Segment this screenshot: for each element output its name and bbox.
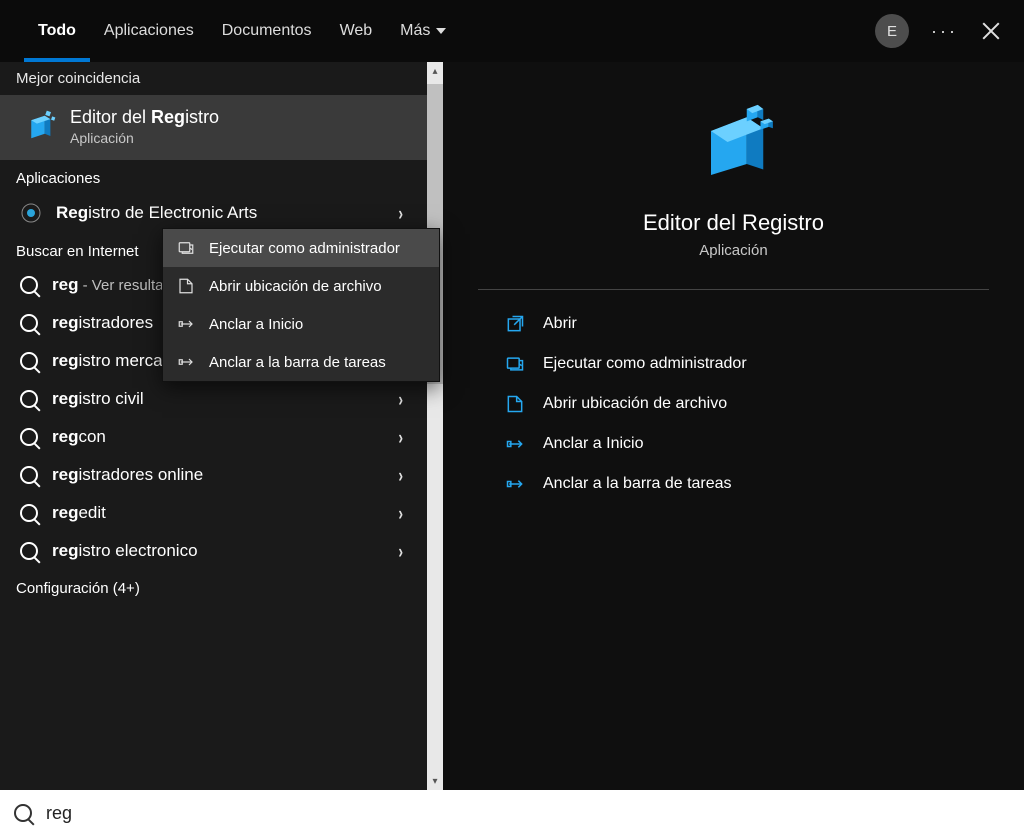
apps-header: Aplicaciones xyxy=(0,160,443,193)
search-icon xyxy=(20,352,38,370)
tab-label: Web xyxy=(340,22,373,40)
folder-icon xyxy=(505,394,525,414)
web-result[interactable]: registro electronico › xyxy=(0,532,427,570)
search-icon xyxy=(14,804,32,822)
action-label: Anclar a Inicio xyxy=(543,435,644,453)
ctx-open-location[interactable]: Abrir ubicación de archivo xyxy=(163,267,439,305)
search-icon xyxy=(20,390,38,408)
ctx-pin-start[interactable]: Anclar a Inicio xyxy=(163,305,439,343)
more-options-button[interactable]: ··· xyxy=(931,21,958,42)
main-area: Mejor coincidencia Editor del Re xyxy=(0,62,1024,790)
scroll-down-arrow[interactable]: ▾ xyxy=(427,772,443,790)
web-result-label: regcon xyxy=(52,427,106,447)
detail-title: Editor del Registro xyxy=(643,210,824,236)
ctx-item-label: Abrir ubicación de archivo xyxy=(209,278,382,295)
action-run-admin[interactable]: Ejecutar como administrador xyxy=(505,354,747,374)
search-icon xyxy=(20,504,38,522)
folder-icon xyxy=(177,277,195,295)
tab-bar: Todo Aplicaciones Documentos Web Más E ·… xyxy=(0,0,1024,62)
best-match-title: Editor del Registro xyxy=(70,107,219,128)
search-icon xyxy=(20,466,38,484)
action-open-location[interactable]: Abrir ubicación de archivo xyxy=(505,394,747,414)
app-result[interactable]: Registro de Electronic Arts › xyxy=(0,193,427,233)
tab-label: Aplicaciones xyxy=(104,22,194,40)
best-match-subtitle: Aplicación xyxy=(70,130,219,146)
action-list: Abrir Ejecutar como administrador Abrir … xyxy=(443,314,747,494)
action-label: Abrir ubicación de archivo xyxy=(543,395,727,413)
web-result-label: registro civil xyxy=(52,389,144,409)
results-pane: Mejor coincidencia Editor del Re xyxy=(0,62,443,790)
tab-label: Más xyxy=(400,22,430,40)
pin-icon xyxy=(505,474,525,494)
web-result[interactable]: regedit › xyxy=(0,494,427,532)
app-hero: Editor del Registro Aplicación xyxy=(643,98,824,259)
shield-icon xyxy=(505,354,525,374)
chevron-right-icon: › xyxy=(398,502,403,524)
action-pin-taskbar[interactable]: Anclar a la barra de tareas xyxy=(505,474,747,494)
tab-aplicaciones[interactable]: Aplicaciones xyxy=(90,0,208,62)
action-label: Ejecutar como administrador xyxy=(543,355,747,373)
search-panel: Todo Aplicaciones Documentos Web Más E ·… xyxy=(0,0,1024,836)
ctx-pin-taskbar[interactable]: Anclar a la barra de tareas xyxy=(163,343,439,381)
web-result[interactable]: regcon › xyxy=(0,418,427,456)
pin-icon xyxy=(177,315,195,333)
detail-pane: Editor del Registro Aplicación Abrir Eje… xyxy=(443,62,1024,790)
avatar-letter: E xyxy=(887,23,897,40)
pin-icon xyxy=(505,434,525,454)
chevron-right-icon: › xyxy=(398,388,403,410)
scroll-up-arrow[interactable]: ▴ xyxy=(427,62,443,80)
search-input[interactable] xyxy=(46,803,1010,824)
chevron-right-icon: › xyxy=(398,202,403,224)
action-label: Anclar a la barra de tareas xyxy=(543,475,732,493)
web-result-label: registradores online xyxy=(52,465,203,485)
app-result-label: Registro de Electronic Arts xyxy=(56,203,257,223)
best-match-result[interactable]: Editor del Registro Aplicación xyxy=(0,95,427,160)
web-result-label: registro electronico xyxy=(52,541,198,561)
user-avatar[interactable]: E xyxy=(875,14,909,48)
ea-icon xyxy=(20,202,42,224)
open-icon xyxy=(505,314,525,334)
config-header[interactable]: Configuración (4+) xyxy=(0,570,443,603)
registry-icon xyxy=(689,98,777,186)
divider xyxy=(478,289,989,290)
context-menu: Ejecutar como administrador Abrir ubicac… xyxy=(162,228,440,382)
web-result-label: regedit xyxy=(52,503,106,523)
web-result[interactable]: registro civil › xyxy=(0,380,427,418)
ellipsis-icon: ··· xyxy=(931,21,958,41)
ctx-item-label: Anclar a la barra de tareas xyxy=(209,354,386,371)
action-label: Abrir xyxy=(543,315,577,333)
chevron-down-icon xyxy=(436,28,446,34)
search-icon xyxy=(20,542,38,560)
action-pin-start[interactable]: Anclar a Inicio xyxy=(505,434,747,454)
tab-web[interactable]: Web xyxy=(326,0,387,62)
shield-icon xyxy=(177,239,195,257)
ctx-item-label: Ejecutar como administrador xyxy=(209,240,400,257)
chevron-right-icon: › xyxy=(398,464,403,486)
best-match-header: Mejor coincidencia xyxy=(0,62,443,95)
close-button[interactable] xyxy=(982,22,1000,40)
detail-subtitle: Aplicación xyxy=(699,242,767,259)
pin-icon xyxy=(177,353,195,371)
tab-documentos[interactable]: Documentos xyxy=(208,0,326,62)
web-result-label: registradores xyxy=(52,313,153,333)
search-icon xyxy=(20,276,38,294)
search-bar xyxy=(0,790,1024,836)
chevron-right-icon: › xyxy=(398,540,403,562)
tab-label: Documentos xyxy=(222,22,312,40)
ctx-item-label: Anclar a Inicio xyxy=(209,316,303,333)
chevron-right-icon: › xyxy=(398,426,403,448)
search-icon xyxy=(20,314,38,332)
ctx-run-as-admin[interactable]: Ejecutar como administrador xyxy=(163,229,439,267)
action-open[interactable]: Abrir xyxy=(505,314,747,334)
tab-label: Todo xyxy=(38,22,76,40)
search-icon xyxy=(20,428,38,446)
registry-icon xyxy=(20,109,56,145)
tab-todo[interactable]: Todo xyxy=(24,0,90,62)
tab-mas[interactable]: Más xyxy=(386,0,460,62)
web-result[interactable]: registradores online › xyxy=(0,456,427,494)
